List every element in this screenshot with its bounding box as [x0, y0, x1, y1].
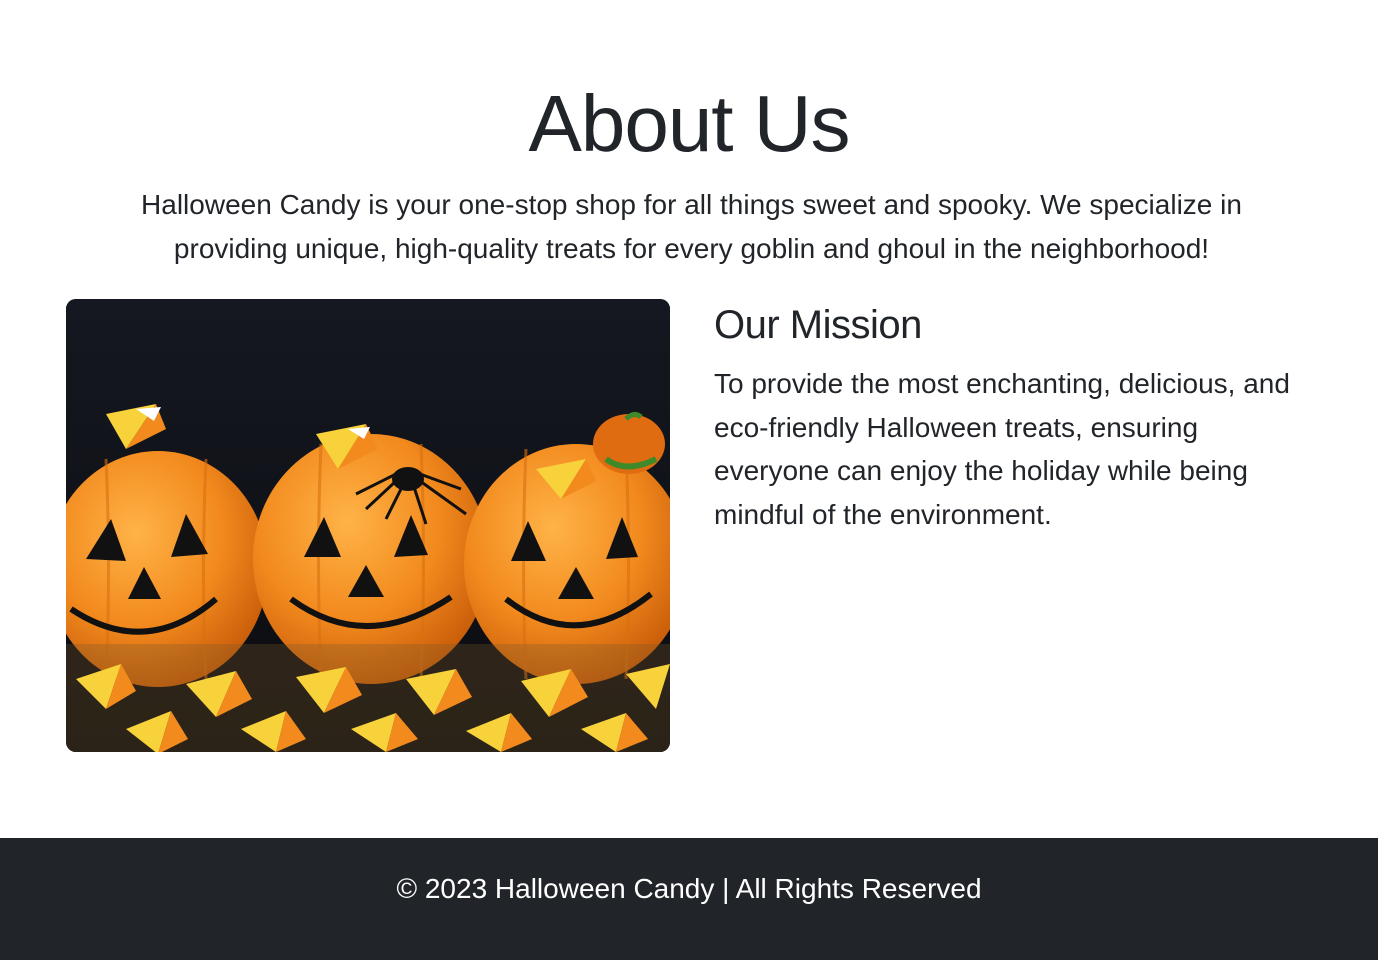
pumpkin-photo-illustration [66, 299, 670, 752]
footer-copyright: © 2023 Halloween Candy | All Rights Rese… [396, 873, 982, 904]
jack-o-lantern-candy-image [66, 299, 670, 752]
about-section: About Us Halloween Candy is your one-sto… [0, 0, 1378, 838]
mission-title: Our Mission [714, 303, 922, 347]
page-title: About Us [528, 79, 850, 168]
about-page: About Us Halloween Candy is your one-sto… [0, 0, 1378, 960]
intro-paragraph: Halloween Candy is your one-stop shop fo… [141, 189, 1242, 264]
mission-paragraph: To provide the most enchanting, deliciou… [714, 368, 1290, 530]
